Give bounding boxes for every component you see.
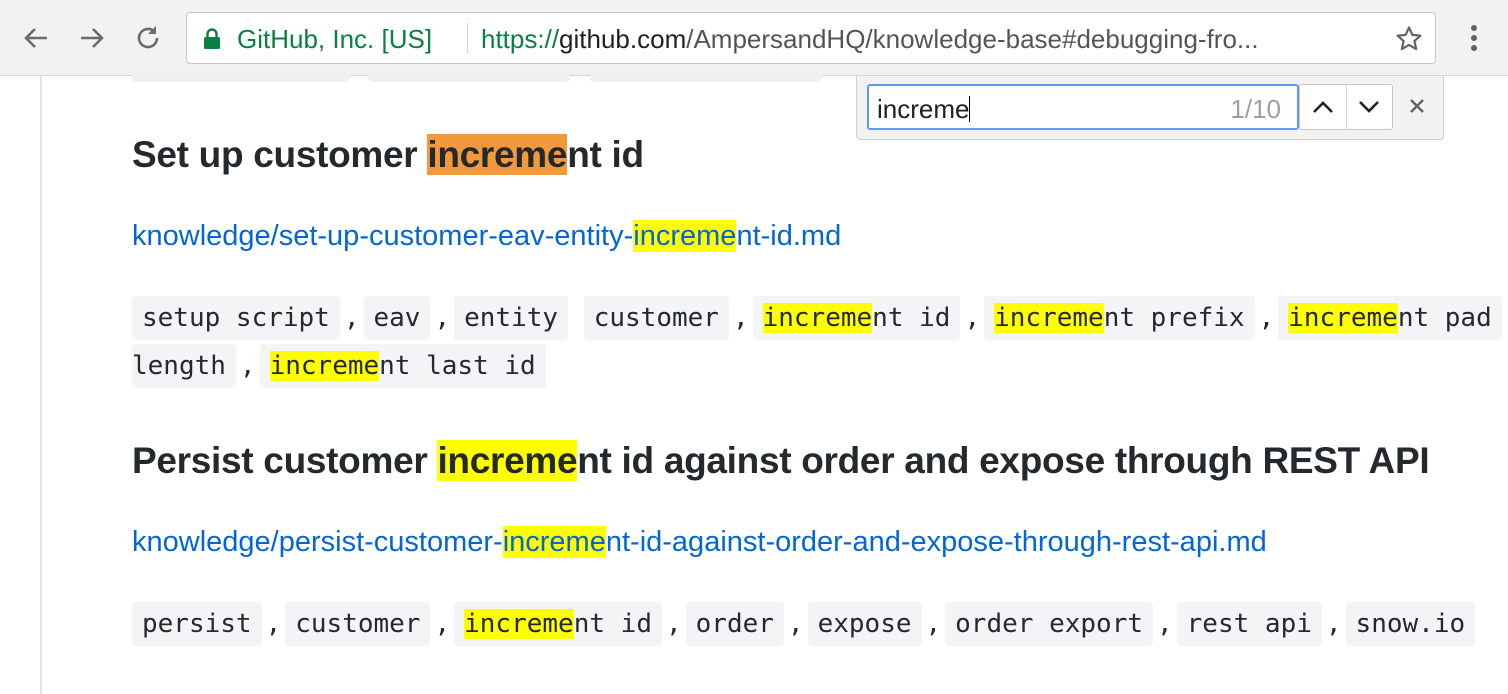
tag: increment pad <box>1278 296 1502 340</box>
tag: rest api <box>1176 602 1322 646</box>
tag-text: nt id <box>872 303 951 333</box>
tag-text: nt id <box>573 609 652 639</box>
tag-separator: , <box>343 303 360 333</box>
link-text: nt-id-against-order-and-expose-through-r… <box>605 526 1267 558</box>
reload-button[interactable] <box>128 18 168 58</box>
heading-text: nt id <box>567 134 644 175</box>
current-search-match: increme <box>427 134 568 175</box>
next-match-button[interactable] <box>1345 85 1393 129</box>
section-heading: Persist customer increment id against or… <box>132 440 1430 482</box>
tag: eav <box>363 296 431 340</box>
tag: setup script <box>132 296 340 340</box>
tag-text: nt prefix <box>1103 303 1245 333</box>
search-match: increme <box>464 609 574 639</box>
close-find-button[interactable] <box>1403 92 1431 120</box>
search-match: increme <box>1288 303 1398 333</box>
tag: order export <box>945 602 1153 646</box>
url-path: /AmpersandHQ/knowledge-base#debugging-fr… <box>686 24 1259 54</box>
chevron-down-icon <box>1359 101 1380 113</box>
arrow-left-icon <box>24 28 47 48</box>
tag-list: persist, customer, increment id, order, expo… <box>132 600 1508 648</box>
tag-separator: , <box>239 351 256 381</box>
tag: customer <box>583 296 729 340</box>
tag-list: setup script, eav, entity customer, increme… <box>132 294 1508 342</box>
reload-icon <box>137 26 159 49</box>
match-counter: 1/10 <box>1230 94 1281 124</box>
tag: entity <box>454 296 569 340</box>
url-scheme: https:// <box>481 24 560 54</box>
tag-separator: , <box>964 303 981 333</box>
search-match: increme <box>502 526 606 558</box>
tag-separator: , <box>434 303 451 333</box>
url-host: github.com <box>559 24 687 54</box>
tag-text: nt last id <box>379 351 536 381</box>
tag: persist <box>132 602 262 646</box>
heading-text: Persist customer <box>132 440 438 481</box>
back-button[interactable] <box>16 18 56 58</box>
chevron-up-icon <box>1312 101 1333 113</box>
browser-menu-button[interactable] <box>1462 18 1486 58</box>
heading-text: nt id against order and expose through R… <box>577 440 1430 481</box>
search-match: increme <box>994 303 1104 333</box>
tag-fragment <box>132 74 350 82</box>
find-input[interactable]: increme 1/10 <box>867 84 1299 130</box>
arrow-right-icon <box>81 28 104 48</box>
tag-fragment <box>368 74 570 82</box>
browser-toolbar: GitHub, Inc. [US] https://github.com/Amp… <box>0 0 1508 76</box>
more-vertical-icon <box>1471 25 1477 51</box>
tag: increment prefix <box>984 296 1255 340</box>
find-in-page-bar: increme 1/10 <box>856 76 1444 140</box>
previous-match-button[interactable] <box>1300 85 1346 129</box>
tag-separator: , <box>1325 609 1342 639</box>
tag-separator: , <box>1258 303 1275 333</box>
search-match: increme <box>269 351 380 381</box>
tag-separator: , <box>1157 609 1173 639</box>
close-icon <box>1410 99 1424 113</box>
tag-separator: , <box>265 609 282 639</box>
tag-separator: , <box>787 609 804 639</box>
tag-text: nt pad <box>1397 303 1492 333</box>
knowledge-file-link[interactable]: knowledge/set-up-customer-eav-entity-inc… <box>132 220 841 253</box>
link-text: knowledge/set-up-customer-eav-entity- <box>132 220 634 252</box>
tag: increment id <box>752 296 961 340</box>
bookmark-star-icon[interactable] <box>1395 25 1423 53</box>
find-query-text: increme <box>877 94 971 125</box>
tag-list-continued: length, increment last id <box>132 342 1508 390</box>
text-caret <box>969 96 971 122</box>
link-text: nt-id.md <box>736 220 842 252</box>
tag: length <box>132 344 236 388</box>
search-match: increme <box>437 440 578 481</box>
tag-separator: , <box>434 609 451 639</box>
heading-text: Set up customer <box>132 134 428 175</box>
find-query: increme <box>877 94 970 124</box>
find-navigation <box>1299 84 1393 130</box>
tag: snow.io <box>1345 602 1476 646</box>
address-bar[interactable]: GitHub, Inc. [US] https://github.com/Amp… <box>186 12 1436 64</box>
site-identity[interactable]: GitHub, Inc. [US] <box>237 24 432 55</box>
search-match: increme <box>633 220 737 252</box>
tag: increment last id <box>259 344 546 388</box>
tag: expose <box>807 602 922 646</box>
tag-separator: , <box>925 609 942 639</box>
lock-icon <box>204 28 220 49</box>
search-match: increme <box>762 303 873 333</box>
tag-separator: , <box>665 609 682 639</box>
url-text[interactable]: https://github.com/AmpersandHQ/knowledge… <box>481 24 1361 55</box>
link-text: knowledge/persist-customer- <box>132 526 503 558</box>
tag-fragment <box>590 74 822 82</box>
tag: order <box>685 602 784 646</box>
section-heading: Set up customer increment id <box>132 134 644 176</box>
knowledge-file-link[interactable]: knowledge/persist-customer-increment-id-… <box>132 526 1267 559</box>
tag: customer <box>285 602 431 646</box>
forward-button[interactable] <box>72 18 112 58</box>
omnibox-divider <box>467 23 468 53</box>
left-border <box>40 76 42 694</box>
tag-separator: , <box>732 303 749 333</box>
tag: increment id <box>454 602 662 646</box>
